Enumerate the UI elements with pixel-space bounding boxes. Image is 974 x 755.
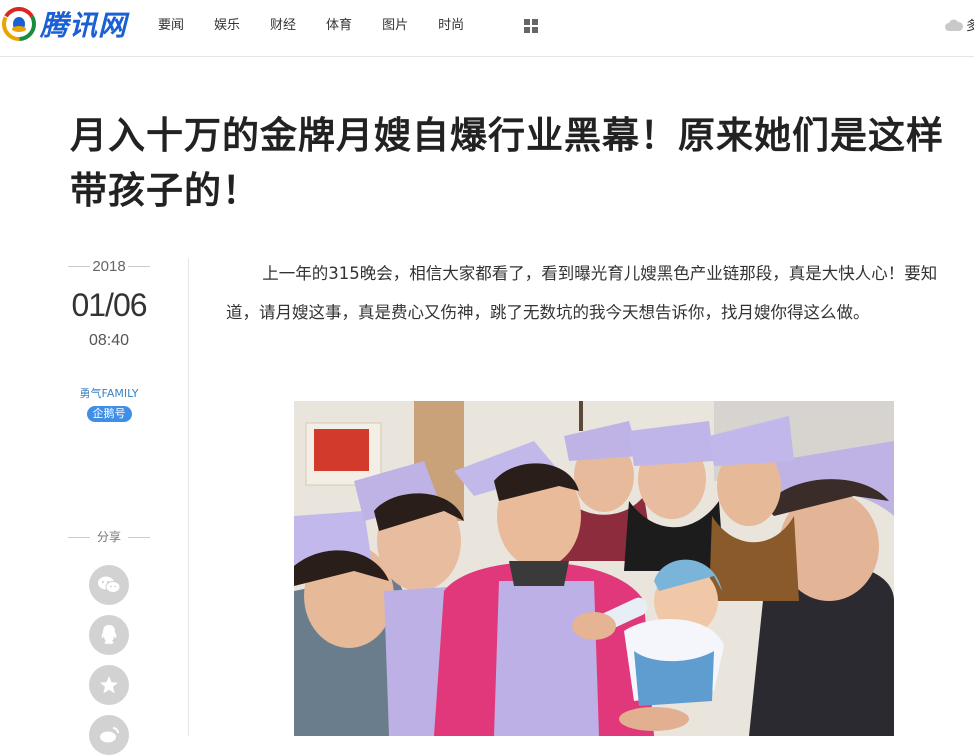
author-badge[interactable]: 企鹅号	[86, 406, 132, 422]
publish-time: 08:40	[88, 332, 130, 349]
nav-item-news[interactable]: 要闻	[158, 16, 184, 36]
qzone-star-icon	[100, 676, 118, 694]
weather-widget[interactable]: 多	[944, 15, 974, 34]
article-paragraph: 上一年的315晚会，相信大家都看了，看到曝光育儿嫂黑色产业链那段，真是大快人心！…	[226, 264, 938, 322]
weibo-icon	[100, 727, 119, 743]
author-info: 勇气FAMILY 企鹅号	[68, 386, 150, 422]
qq-icon	[101, 625, 117, 644]
share-qq-button[interactable]	[89, 615, 129, 655]
site-header: 腾讯网 要闻 娱乐 财经 体育 图片 时尚 多	[0, 0, 974, 57]
share-weibo-button[interactable]	[89, 715, 129, 755]
cloud-icon	[945, 19, 964, 31]
nav-item-finance[interactable]: 财经	[270, 16, 296, 36]
tencent-logo-icon	[2, 7, 36, 41]
nav-item-fashion[interactable]: 时尚	[438, 16, 464, 36]
article-title: 月入十万的金牌月嫂自爆行业黑幕！原来她们是这样带孩子的！	[70, 114, 944, 212]
tencent-logo[interactable]: 腾讯网	[2, 6, 127, 42]
nav-item-entertainment[interactable]: 娱乐	[214, 16, 240, 36]
share-wechat-button[interactable]	[89, 565, 129, 605]
author-name-link[interactable]: 勇气FAMILY	[68, 386, 150, 402]
wechat-icon	[98, 576, 121, 593]
logo-text: 腾讯网	[40, 9, 128, 42]
publish-year: 2018	[92, 258, 126, 275]
weather-text: 多	[966, 19, 974, 34]
share-qzone-button[interactable]	[89, 665, 129, 705]
photo-illustration	[294, 401, 894, 736]
article-photo	[294, 401, 894, 736]
publish-day: 01/06	[71, 287, 147, 323]
main-nav: 要闻 娱乐 财经 体育 图片 时尚	[158, 16, 494, 36]
share-label-text: 分享	[96, 530, 121, 544]
publish-date: 2018 01/06 08:40	[68, 256, 150, 352]
more-channels-grid-icon[interactable]	[524, 19, 538, 33]
nav-item-sports[interactable]: 体育	[326, 16, 352, 36]
share-label: 分享	[68, 528, 150, 545]
column-divider	[188, 258, 189, 736]
nav-item-pictures[interactable]: 图片	[382, 16, 408, 36]
